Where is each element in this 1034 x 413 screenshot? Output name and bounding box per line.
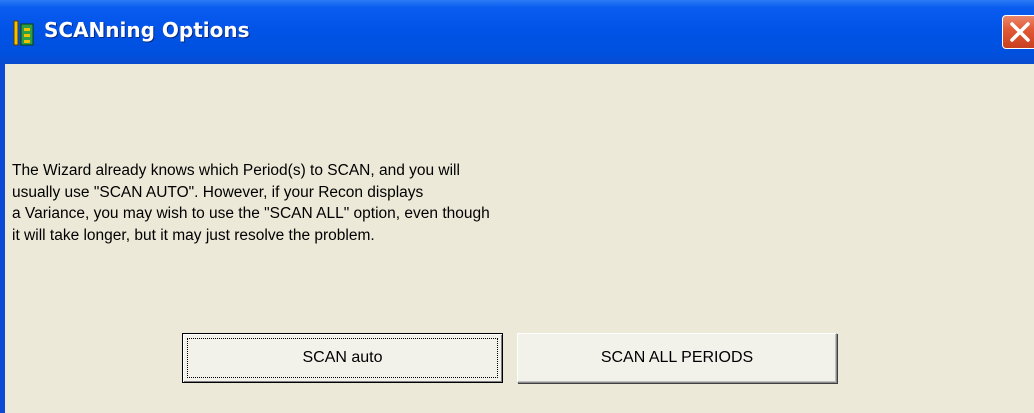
description-text: The Wizard already knows which Period(s)… — [12, 162, 490, 244]
scan-auto-button[interactable]: SCAN auto — [182, 333, 503, 383]
dialog-body: The Wizard already knows which Period(s)… — [5, 64, 1034, 413]
window-title: SCANning Options — [44, 18, 250, 42]
wizard-app-icon — [13, 20, 35, 46]
close-button[interactable] — [1002, 15, 1034, 49]
title-bar[interactable]: SCANning Options — [0, 0, 1034, 64]
dialog-window: SCANning Options The Wizard already know… — [0, 0, 1034, 413]
scan-auto-label: SCAN auto — [302, 349, 383, 366]
close-icon — [1003, 22, 1034, 52]
scan-all-periods-label: SCAN ALL PERIODS — [600, 349, 754, 366]
scan-all-periods-button[interactable]: SCAN ALL PERIODS — [517, 333, 837, 383]
